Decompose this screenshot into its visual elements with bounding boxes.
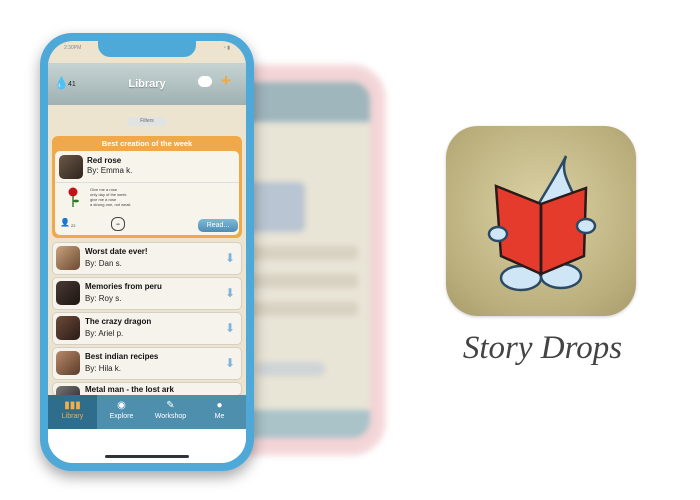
story-row[interactable]: Worst date ever! By: Dan s. ⬇ (52, 242, 242, 275)
story-author: By: Hila k. (85, 364, 122, 373)
filters-button[interactable]: Filters (127, 117, 167, 126)
nav-library[interactable]: ▮▮▮ Library (48, 395, 97, 429)
likes-count: 22 (71, 223, 76, 228)
story-title: Best indian recipes (85, 352, 159, 361)
nav-label: Me (214, 413, 225, 420)
avatar (59, 155, 83, 179)
avatar (56, 351, 80, 375)
rose-icon (68, 187, 79, 207)
person-icon: ● (216, 400, 223, 411)
story-author: By: Emma k. (87, 166, 133, 175)
status-time: 2:30PM (64, 45, 82, 51)
story-title: Metal man - the lost ark (85, 385, 174, 394)
page-title: Library (128, 78, 166, 90)
chat-bubble-icon[interactable] (198, 76, 212, 87)
eye-icon: ◉ (117, 400, 126, 411)
best-creation-header: Best creation of the week (101, 139, 193, 148)
story-row[interactable]: Best indian recipes By: Hila k. ⬇ (52, 347, 242, 380)
read-button[interactable]: Read... (198, 219, 238, 232)
status-icons: ◔ ▮ (222, 45, 230, 51)
story-title: The crazy dragon (85, 317, 152, 326)
person-icon: 👤 (60, 218, 70, 227)
download-arrow-icon[interactable]: ⬇ (225, 356, 235, 370)
best-creation-card: Best creation of the week Red rose By: E… (52, 136, 242, 238)
avatar (56, 316, 80, 340)
phone-frame: 2:30PM ◔ ▮ 💧 41 Library + Filters Best c… (40, 33, 254, 471)
story-author: By: Ariel p. (85, 329, 124, 338)
story-title: Red rose (87, 156, 122, 165)
bottom-nav: ▮▮▮ Library ◉ Explore ✎ Workshop ● Me (48, 395, 246, 429)
download-arrow-icon[interactable]: ⬇ (225, 321, 235, 335)
story-author: By: Roy s. (85, 294, 122, 303)
story-title: Worst date ever! (85, 247, 148, 256)
pen-icon: ✎ (166, 400, 175, 411)
story-preview: Give me a rose only day of the week give… (90, 187, 130, 207)
nav-me[interactable]: ● Me (195, 395, 244, 429)
phone-notch (98, 41, 196, 57)
download-arrow-icon[interactable]: ⬇ (225, 251, 235, 265)
preview-line: a strong one, not weak (90, 202, 131, 207)
app-bar: 💧 41 Library + (48, 63, 246, 105)
download-arrow-icon[interactable]: ⬇ (225, 286, 235, 300)
app-name: Story Drops (462, 330, 623, 366)
nav-workshop[interactable]: ✎ Workshop (146, 395, 195, 429)
best-creation-story[interactable]: Red rose By: Emma k. Give me a rose only… (55, 151, 239, 235)
views-icon: ●● (111, 217, 125, 231)
library-icon: ▮▮▮ (64, 400, 81, 411)
nav-label: Library (61, 413, 84, 420)
app-icon (446, 126, 636, 316)
story-author: By: Dan s. (85, 259, 122, 268)
nav-label: Workshop (154, 413, 187, 420)
nav-explore[interactable]: ◉ Explore (97, 395, 146, 429)
nav-label: Explore (109, 413, 134, 420)
home-indicator (105, 455, 189, 458)
phone-screen: 2:30PM ◔ ▮ 💧 41 Library + Filters Best c… (48, 41, 246, 463)
divider (55, 182, 239, 183)
add-icon[interactable]: + (221, 71, 231, 91)
story-row[interactable]: Metal man - the lost ark (52, 382, 242, 396)
reading-drop-icon (487, 155, 597, 292)
avatar (56, 246, 80, 270)
avatar (56, 281, 80, 305)
story-row[interactable]: The crazy dragon By: Ariel p. ⬇ (52, 312, 242, 345)
story-row[interactable]: Memories from peru By: Roy s. ⬇ (52, 277, 242, 310)
background-button (255, 362, 325, 376)
story-title: Memories from peru (85, 282, 162, 291)
